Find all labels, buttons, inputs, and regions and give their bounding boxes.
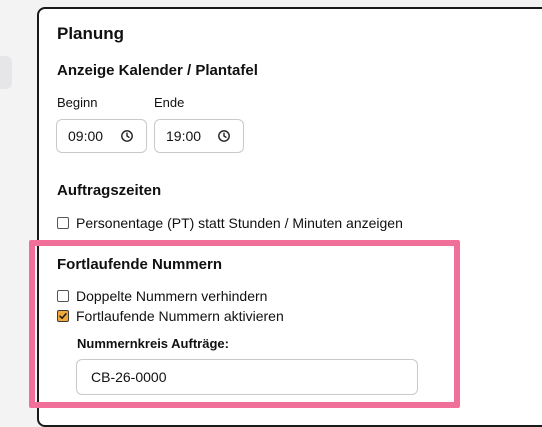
start-time-value: 09:00 xyxy=(68,128,104,144)
sequential-numbers-section-title: Fortlaufende Nummern xyxy=(57,256,223,273)
activate-numbers-row[interactable]: Fortlaufende Nummern aktivieren xyxy=(57,308,284,324)
end-time-label: Ende xyxy=(154,95,185,110)
panel-title: Planung xyxy=(57,24,125,43)
end-time-value: 19:00 xyxy=(166,128,202,144)
activate-numbers-checkbox[interactable] xyxy=(57,310,69,322)
order-times-section-title: Auftragszeiten xyxy=(57,182,162,199)
number-range-label: Nummernkreis Aufträge: xyxy=(77,336,229,351)
pt-checkbox[interactable] xyxy=(57,217,69,229)
start-time-input[interactable]: 09:00 xyxy=(56,119,147,153)
activate-numbers-label: Fortlaufende Nummern aktivieren xyxy=(76,308,284,324)
checkmark-icon xyxy=(59,313,67,319)
end-time-input[interactable]: 19:00 xyxy=(154,119,244,153)
prevent-duplicates-row[interactable]: Doppelte Nummern verhindern xyxy=(57,288,267,304)
pt-checkbox-row[interactable]: Personentage (PT) statt Stunden / Minute… xyxy=(57,215,403,231)
start-time-label: Beginn xyxy=(57,95,98,110)
number-range-input[interactable]: CB-26-0000 xyxy=(76,359,418,395)
prevent-duplicates-label: Doppelte Nummern verhindern xyxy=(76,288,268,304)
clock-icon[interactable] xyxy=(217,129,231,143)
clock-icon[interactable] xyxy=(120,129,134,143)
prevent-duplicates-checkbox[interactable] xyxy=(57,290,69,302)
calendar-section-title: Anzeige Kalender / Plantafel xyxy=(57,62,258,79)
pt-checkbox-label: Personentage (PT) statt Stunden / Minute… xyxy=(76,215,403,231)
number-range-value: CB-26-0000 xyxy=(91,369,167,385)
collapsed-sidebar-tab[interactable] xyxy=(0,56,12,89)
